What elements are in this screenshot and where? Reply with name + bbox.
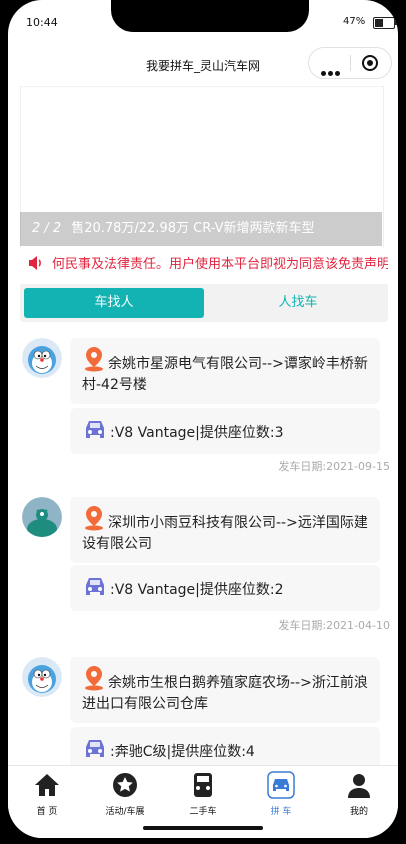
star-icon (113, 773, 137, 797)
home-indicator (143, 826, 263, 830)
car-icon (86, 421, 104, 438)
car-info: :V8 Vantage|提供座位数:2 (70, 565, 380, 611)
location-pin-icon (85, 347, 103, 372)
banner-caption[interactable]: 2 / 2 售20.78万/22.98万 CR-V新增两款新车型 (20, 212, 382, 246)
home-icon (35, 774, 59, 796)
battery-percent: 47% (343, 16, 366, 27)
battery-icon (373, 17, 397, 29)
route-text: 深圳市小雨豆科技有限公司-->远洋国际建设有限公司 (82, 515, 368, 552)
mini-program-capsule[interactable] (308, 47, 392, 79)
car-seats: :奔驰C级|提供座位数:4 (110, 744, 255, 760)
tabbar-label: 二手车 (189, 807, 217, 817)
carpool-icon (267, 771, 295, 799)
banner-caption-text: 售20.78万/22.98万 CR-V新增两款新车型 (71, 221, 315, 236)
avatar (22, 657, 62, 697)
avatar (22, 497, 62, 537)
car-info: :V8 Vantage|提供座位数:3 (70, 408, 380, 454)
route-text: 余姚市星源电气有限公司-->谭家岭丰桥新村-42号楼 (82, 356, 368, 393)
departure-date: 发车日期:2021-04-10 (278, 619, 390, 632)
car-icon (86, 740, 104, 757)
car-front-icon (194, 773, 212, 797)
tab-switcher: 车找人 人找车 (20, 284, 388, 322)
tabbar-label: 拼 车 (270, 807, 292, 817)
notice-bar[interactable]: 何民事及法律责任。用户使用本平台即视为同意该免责声明 (20, 250, 388, 276)
screen: 10:44 47% 我要拼车_灵山汽车网 2 / 2 售20.78万/22.98万… (8, 0, 398, 838)
status-time: 10:44 (26, 16, 58, 29)
route-card: 余姚市星源电气有限公司-->谭家岭丰桥新村-42号楼 (70, 338, 380, 404)
banner-index: 2 / 2 (32, 221, 62, 236)
phone-frame: 10:44 47% 我要拼车_灵山汽车网 2 / 2 售20.78万/22.98万… (0, 0, 406, 844)
location-pin-icon (85, 506, 103, 531)
route-text: 余姚市生根白鹅养殖家庭农场-->浙江前浪进出口有限公司仓库 (82, 675, 368, 712)
tabbar-carpool[interactable]: 拼 车 (242, 770, 320, 817)
tabbar-home[interactable]: 首 页 (8, 770, 86, 817)
close-miniprogram-icon[interactable] (362, 55, 378, 71)
car-icon (86, 578, 104, 595)
speaker-icon (29, 256, 41, 270)
tabbar-events[interactable]: 活动/车展 (86, 770, 164, 817)
tabbar-label: 活动/车展 (105, 807, 145, 817)
departure-date: 发车日期:2021-09-15 (278, 460, 390, 473)
car-seats: :V8 Vantage|提供座位数:2 (110, 582, 284, 598)
car-seats: :V8 Vantage|提供座位数:3 (110, 425, 284, 441)
more-icon[interactable] (321, 61, 342, 80)
tabbar-label: 首 页 (36, 807, 58, 817)
notch (111, 0, 309, 32)
tab-car-finds-passenger[interactable]: 车找人 (24, 288, 204, 318)
route-card: 余姚市生根白鹅养殖家庭农场-->浙江前浪进出口有限公司仓库 (70, 657, 380, 723)
tabbar-mine[interactable]: 我的 (320, 770, 398, 817)
tabbar-used-car[interactable]: 二手车 (164, 770, 242, 817)
tab-passenger-finds-car[interactable]: 人找车 (208, 288, 388, 318)
location-pin-icon (85, 666, 103, 691)
notice-text: 何民事及法律责任。用户使用本平台即视为同意该免责声明 (52, 257, 388, 272)
avatar (22, 338, 62, 378)
tabbar-label: 我的 (349, 807, 368, 817)
route-card: 深圳市小雨豆科技有限公司-->远洋国际建设有限公司 (70, 497, 380, 563)
user-icon (348, 774, 370, 798)
